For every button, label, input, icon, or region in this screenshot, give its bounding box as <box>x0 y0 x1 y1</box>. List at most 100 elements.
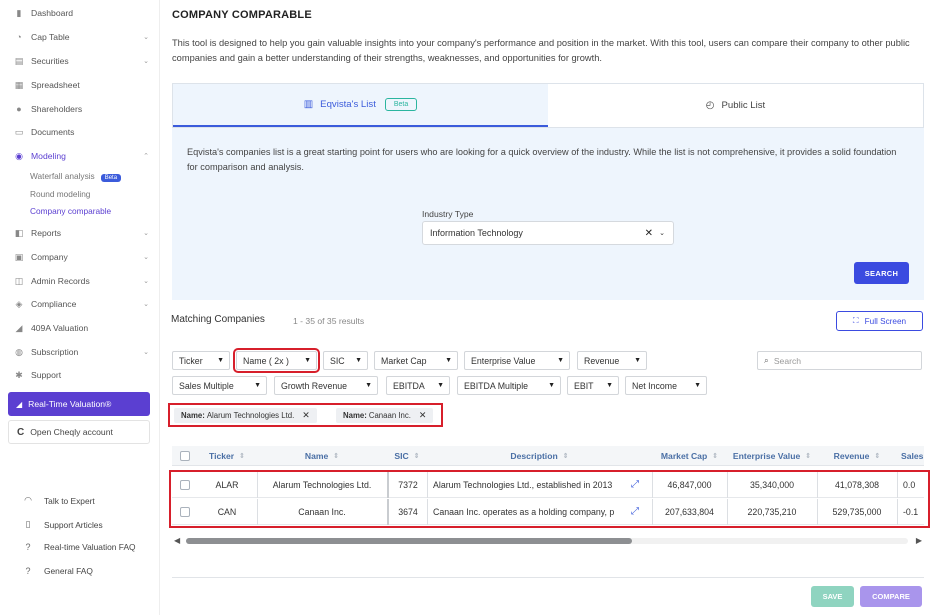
search-icon: ⌕ <box>764 355 769 365</box>
footer-support-articles[interactable]: ▯ Support Articles <box>22 519 103 530</box>
scroll-right-icon[interactable]: ▶ <box>916 536 922 545</box>
column-description[interactable]: Description ⇕ <box>427 446 652 466</box>
column-sales[interactable]: Sales <box>897 446 924 466</box>
pie-chart-icon: ◴ <box>705 100 715 111</box>
sidebar-item-securities[interactable]: ▤ Securities ⌄ <box>14 54 151 68</box>
clear-icon[interactable]: ✕ <box>645 228 653 239</box>
sidebar-item-modeling[interactable]: ◉ Modeling ⌃ <box>14 149 151 163</box>
highlighted-rows <box>169 470 930 528</box>
sidebar-item-reports[interactable]: ◧ Reports ⌄ <box>14 226 151 240</box>
filter-revenue[interactable]: Revenue ▼ <box>577 351 647 370</box>
tab-eqvista-list[interactable]: ▥ Eqvista's List Beta <box>173 84 548 127</box>
sidebar-item-409a[interactable]: ◢ 409A Valuation <box>14 321 151 335</box>
column-name[interactable]: Name ⇕ <box>257 446 387 466</box>
scroll-left-icon[interactable]: ◀ <box>174 536 180 545</box>
sidebar-item-subscription[interactable]: ◍ Subscription ⌄ <box>14 345 151 359</box>
chevron-down-icon[interactable]: ⌄ <box>659 229 665 237</box>
filter-market-cap[interactable]: Market Cap ▼ <box>374 351 458 370</box>
table-search-input[interactable]: ⌕ Search <box>757 351 922 370</box>
open-cheqly-button[interactable]: C Open Cheqly account <box>8 420 150 444</box>
caret-down-icon: ▼ <box>557 357 564 364</box>
headset-icon: ◠ <box>24 495 32 505</box>
filter-sic[interactable]: SIC ▼ <box>323 351 368 370</box>
filter-growth-revenue[interactable]: Growth Revenue ▼ <box>274 376 378 395</box>
chevron-down-icon: ⌄ <box>143 254 149 261</box>
footer-rtv-faq[interactable]: ? Real-time Valuation FAQ <box>22 542 135 552</box>
sidebar-item-shareholders[interactable]: ● Shareholders <box>14 102 151 116</box>
sort-icon: ⇕ <box>333 453 340 460</box>
compare-button[interactable]: COMPARE <box>860 586 922 607</box>
sidebar-item-spreadsheet[interactable]: ▦ Spreadsheet <box>14 78 151 92</box>
lightbulb-icon: ◉ <box>15 151 23 161</box>
caret-down-icon: ▼ <box>365 382 372 389</box>
table-header: Ticker ⇕ Name ⇕ SIC ⇕ Description ⇕ Market C… <box>172 446 924 466</box>
valuation-icon: ◢ <box>15 323 23 333</box>
filter-name[interactable]: Name ( 2x ) ▼ <box>233 348 320 373</box>
sidebar-item-support[interactable]: ✱ Support <box>14 368 151 382</box>
pie-chart-icon: ◔ <box>16 32 22 42</box>
sidebar-item-cap-table[interactable]: ◔ Cap Table ⌄ <box>14 30 151 44</box>
caret-down-icon: ▼ <box>254 382 261 389</box>
records-icon: ◫ <box>14 276 24 286</box>
caret-down-icon: ▼ <box>217 357 224 364</box>
filter-enterprise-value[interactable]: Enterprise Value ▼ <box>464 351 570 370</box>
caret-down-icon: ▼ <box>445 357 452 364</box>
beta-badge: Beta <box>100 174 122 182</box>
main-content: COMPANY COMPARABLE This tool is designed… <box>161 0 940 615</box>
chevron-up-icon: ⌃ <box>143 153 149 160</box>
filter-ebit[interactable]: EBIT ▼ <box>567 376 619 395</box>
sort-icon: ⇕ <box>712 453 719 460</box>
sidebar-item-compliance[interactable]: ◈ Compliance ⌄ <box>14 297 151 311</box>
filter-chip: Name: Alarum Technologies Ltd. ✕ <box>174 408 317 423</box>
sidebar: ▮ Dashboard ◔ Cap Table ⌄ ▤ Securities ⌄ ▦ Spr… <box>0 0 160 615</box>
sidebar-item-documents[interactable]: ▭ Documents <box>14 125 151 139</box>
column-ticker[interactable]: Ticker ⇕ <box>197 446 257 466</box>
person-icon: ● <box>16 104 22 114</box>
sort-icon: ⇕ <box>413 453 420 460</box>
filter-net-income[interactable]: Net Income ▼ <box>625 376 707 395</box>
sort-icon: ⇕ <box>562 453 569 460</box>
full-screen-button[interactable]: ⛶ Full Screen <box>836 311 923 331</box>
filter-ebitda-multiple[interactable]: EBITDA Multiple ▼ <box>457 376 561 395</box>
sort-icon: ⇕ <box>805 453 812 460</box>
filter-ticker[interactable]: Ticker ▼ <box>172 351 230 370</box>
matching-companies-title: Matching Companies <box>171 314 265 325</box>
sort-icon: ⇕ <box>239 453 246 460</box>
column-sic[interactable]: SIC ⇕ <box>387 446 427 466</box>
dashboard-icon: ▮ <box>16 8 22 18</box>
question-icon: ? <box>25 542 31 552</box>
subscription-icon: ◍ <box>15 347 23 357</box>
scroll-thumb[interactable] <box>186 538 632 544</box>
select-all-checkbox-cell <box>172 446 197 466</box>
column-enterprise-value[interactable]: Enterprise Value ⇕ <box>727 446 817 466</box>
expand-icon: ⛶ <box>852 316 859 325</box>
filter-ebitda[interactable]: EBITDA ▼ <box>386 376 450 395</box>
sidebar-sub-round-modeling[interactable]: Round modeling <box>30 189 90 199</box>
question-icon: ? <box>25 566 31 576</box>
sidebar-item-dashboard[interactable]: ▮ Dashboard <box>14 6 151 20</box>
sidebar-item-admin-records[interactable]: ◫ Admin Records ⌄ <box>14 274 151 288</box>
horizontal-scrollbar[interactable]: ◀ ▶ <box>172 536 924 546</box>
search-button[interactable]: SEARCH <box>854 262 909 284</box>
sidebar-item-company[interactable]: ▣ Company ⌄ <box>14 250 151 264</box>
caret-down-icon: ▼ <box>304 357 311 364</box>
footer-talk-to-expert[interactable]: ◠ Talk to Expert <box>22 495 95 506</box>
footer-general-faq[interactable]: ? General FAQ <box>22 566 92 576</box>
sidebar-sub-waterfall[interactable]: Waterfall analysis Beta <box>30 171 122 182</box>
real-time-valuation-button[interactable]: ◢ Real-Time Valuation® <box>8 392 150 416</box>
industry-type-select[interactable]: Information Technology ✕ ⌄ <box>422 221 674 245</box>
column-market-cap[interactable]: Market Cap ⇕ <box>652 446 727 466</box>
remove-chip-icon[interactable]: ✕ <box>302 410 310 421</box>
select-all-checkbox[interactable] <box>179 451 190 461</box>
chevron-down-icon: ⌄ <box>143 278 149 285</box>
remove-chip-icon[interactable]: ✕ <box>419 410 427 421</box>
save-button[interactable]: SAVE <box>811 586 854 607</box>
caret-down-icon: ▼ <box>694 382 701 389</box>
tab-public-list[interactable]: ◴ Public List <box>548 84 923 127</box>
filter-chip: Name: Canaan Inc. ✕ <box>336 408 434 423</box>
column-revenue[interactable]: Revenue ⇕ <box>817 446 897 466</box>
filter-sales-multiple[interactable]: Sales Multiple ▼ <box>172 376 267 395</box>
chevron-down-icon: ⌄ <box>143 301 149 308</box>
folder-icon: ▭ <box>14 127 24 137</box>
sidebar-sub-company-comparable[interactable]: Company comparable <box>30 206 111 216</box>
